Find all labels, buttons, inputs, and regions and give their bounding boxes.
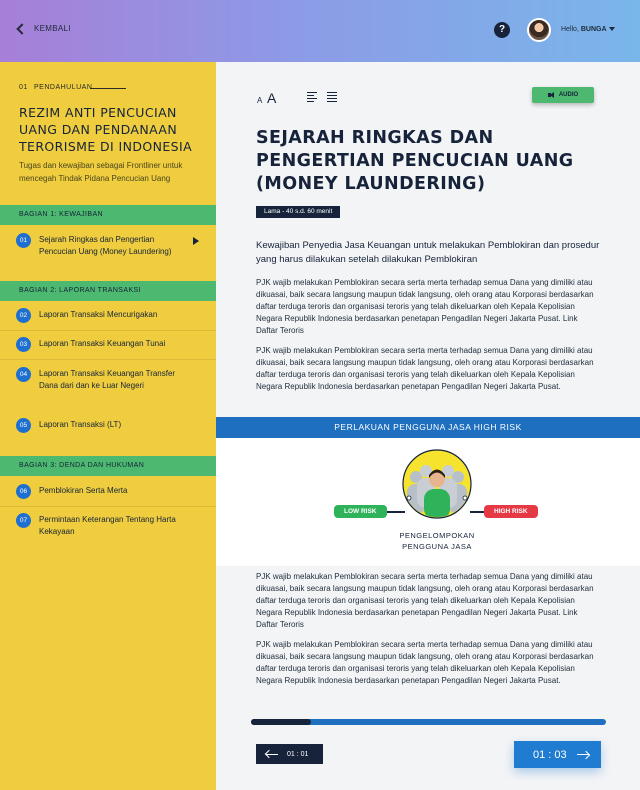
- course-subtitle: Tugas dan kewajiban sebagai Frontliner u…: [19, 161, 183, 183]
- sidebar-item-label: Laporan Transaksi Keuangan Tunai: [39, 339, 166, 348]
- font-increase-button[interactable]: A: [267, 90, 276, 106]
- sidebar-item-07[interactable]: 07 Permintaan Keterangan Tentang Harta K…: [0, 513, 216, 538]
- previous-button[interactable]: 01 : 01: [256, 744, 323, 764]
- item-number-badge: 02: [16, 308, 31, 323]
- sidebar-item-label: Laporan Transaksi Mencurigakan: [39, 310, 158, 319]
- audio-button[interactable]: AUDIO: [532, 87, 594, 103]
- section-header-laporan: BAGIAN 2: LAPORAN TRANSAKSI: [0, 281, 216, 301]
- arrow-left-icon: [266, 750, 278, 758]
- back-label: KEMBALI: [34, 24, 71, 33]
- risk-section-header: PERLAKUAN PENGGUNA JASA HIGH RISK: [216, 417, 640, 438]
- page-title: SEJARAH RINGKAS DAN PENGERTIAN PENCUCIAN…: [256, 128, 574, 194]
- font-decrease-button[interactable]: A: [257, 96, 262, 105]
- next-label: 01 : 03: [533, 748, 567, 761]
- next-button[interactable]: 01 : 03: [514, 741, 601, 768]
- sidebar-item-05[interactable]: 05 Laporan Transaksi (LT): [0, 418, 216, 433]
- sidebar-item-06[interactable]: 06 Pemblokiran Serta Merta: [0, 484, 216, 507]
- section-header-denda: BAGIAN 3: DENDA DAN HUKUMAN: [0, 456, 216, 476]
- group-label: PENGELOMPOKAN PENGGUNA JASA: [399, 531, 475, 551]
- play-icon[interactable]: [193, 237, 199, 245]
- sidebar-item-04[interactable]: 04 Laporan Transaksi Keuangan Transfer D…: [0, 367, 216, 392]
- lead-paragraph: Kewajiban Penyedia Jasa Keuangan untuk m…: [256, 240, 600, 265]
- sidebar-item-label: Permintaan Keterangan Tentang Harta Keka…: [39, 515, 176, 536]
- body-paragraph: PJK wajib melakukan Pemblokiran secara s…: [256, 278, 594, 335]
- top-header: KEMBALI ? Hello, BUNGA: [0, 0, 640, 62]
- sidebar-item-label: Sejarah Ringkas dan Pengertian Pencucian…: [39, 235, 172, 256]
- user-name: BUNGA: [580, 26, 607, 33]
- intro-number: 01: [19, 84, 28, 91]
- sidebar-item-label: Pemblokiran Serta Merta: [39, 486, 128, 495]
- back-button[interactable]: KEMBALI: [16, 22, 71, 35]
- chevron-down-icon[interactable]: [609, 27, 615, 31]
- body-paragraph: PJK wajib melakukan Pemblokiran secara s…: [256, 640, 594, 685]
- progress-bar: [251, 719, 606, 725]
- high-risk-badge: HIGH RISK: [484, 505, 538, 518]
- sidebar-item-label: Laporan Transaksi (LT): [39, 420, 122, 429]
- low-risk-badge: LOW RISK: [334, 505, 387, 518]
- align-left-icon[interactable]: [307, 92, 317, 104]
- item-number-badge: 03: [16, 337, 31, 352]
- intro-label: PENDAHULUAN: [34, 84, 93, 91]
- arrow-right-icon: [576, 751, 589, 759]
- previous-label: 01 : 01: [287, 750, 309, 758]
- item-number-badge: 01: [16, 233, 31, 248]
- item-number-badge: 04: [16, 367, 31, 382]
- course-title: REZIM ANTI PENCUCIAN UANG DAN PENDANAAN …: [19, 105, 193, 154]
- chevron-left-icon: [16, 22, 28, 35]
- user-group-illustration: [402, 449, 472, 519]
- body-paragraph: PJK wajib melakukan Pemblokiran secara s…: [256, 346, 594, 391]
- divider: [90, 88, 126, 89]
- audio-label: AUDIO: [558, 92, 579, 98]
- sidebar-item-01[interactable]: 01 Sejarah Ringkas dan Pengertian Pencuc…: [0, 233, 216, 258]
- align-justify-icon[interactable]: [327, 92, 337, 104]
- item-number-badge: 06: [16, 484, 31, 499]
- section-header-kewajiban: BAGIAN 1: KEWAJIBAN: [0, 205, 216, 225]
- sidebar-item-03[interactable]: 03 Laporan Transaksi Keuangan Tunai: [0, 337, 216, 360]
- user-greeting[interactable]: Hello, BUNGA: [561, 26, 607, 33]
- duration-badge: Lama - 40 s.d. 60 menit: [256, 206, 341, 218]
- item-number-badge: 05: [16, 418, 31, 433]
- item-number-badge: 07: [16, 513, 31, 528]
- sidebar-item-02[interactable]: 02 Laporan Transaksi Mencurigakan: [0, 308, 216, 331]
- avatar[interactable]: [527, 18, 551, 42]
- body-paragraph: PJK wajib melakukan Pemblokiran secara s…: [256, 572, 594, 629]
- help-icon[interactable]: ?: [494, 22, 510, 38]
- progress-fill: [251, 719, 312, 725]
- speaker-icon: [547, 92, 555, 98]
- sidebar-item-label: Laporan Transaksi Keuangan Transfer Dana…: [39, 369, 176, 390]
- greeting-text: Hello,: [561, 26, 579, 33]
